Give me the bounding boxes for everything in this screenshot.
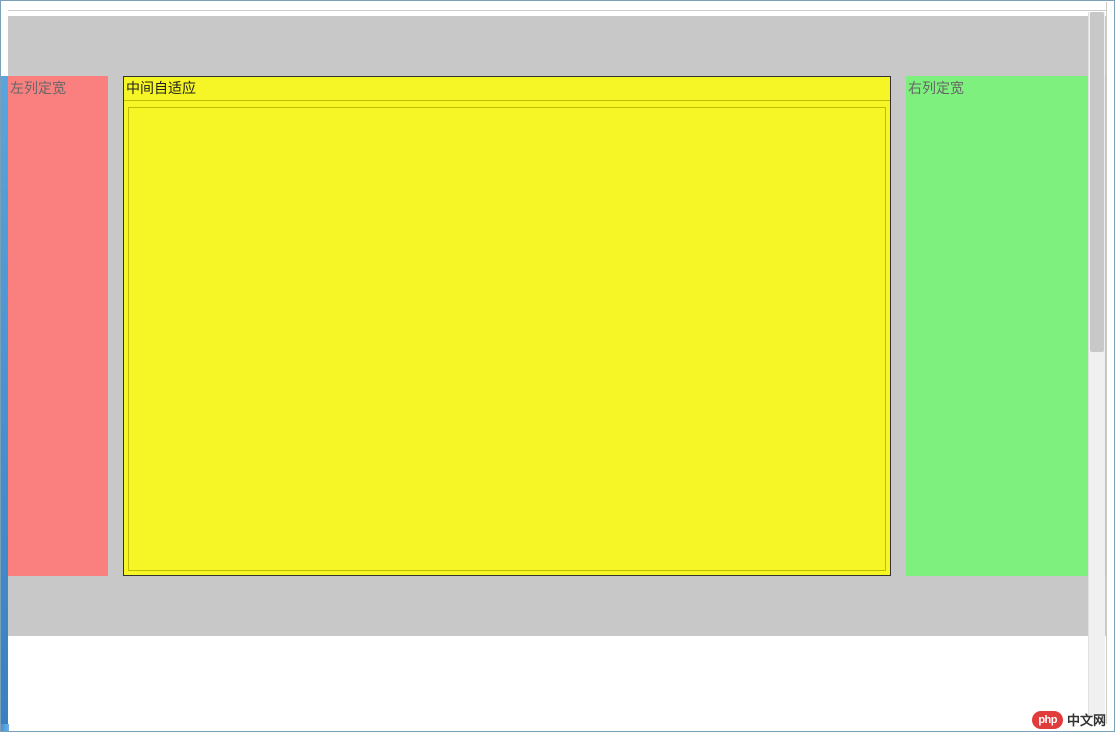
top-divider: [8, 10, 1106, 11]
scrollbar-thumb[interactable]: [1090, 12, 1104, 352]
vertical-scrollbar[interactable]: [1088, 12, 1105, 716]
watermark: php 中文网: [1032, 710, 1106, 729]
center-column-body: [128, 107, 886, 571]
right-column: 右列定宽: [906, 76, 1106, 576]
browser-window: 左列定宽 中间自适应 右列定宽 php 中文: [0, 0, 1115, 732]
center-column-label: 中间自适应: [126, 80, 196, 96]
three-column-layout: 左列定宽 中间自适应 右列定宽: [8, 76, 1106, 576]
watermark-site-text: 中文网: [1067, 710, 1106, 729]
layout-container: 左列定宽 中间自适应 右列定宽: [8, 16, 1106, 636]
content-area: 左列定宽 中间自适应 右列定宽: [8, 2, 1107, 724]
right-column-label: 右列定宽: [908, 80, 964, 96]
center-column: 中间自适应: [123, 76, 891, 576]
left-column-label: 左列定宽: [10, 80, 66, 96]
center-column-header: 中间自适应: [124, 77, 890, 101]
left-column: 左列定宽: [8, 76, 108, 576]
watermark-logo: php: [1032, 711, 1063, 729]
taskbar-edge: [1, 724, 9, 731]
